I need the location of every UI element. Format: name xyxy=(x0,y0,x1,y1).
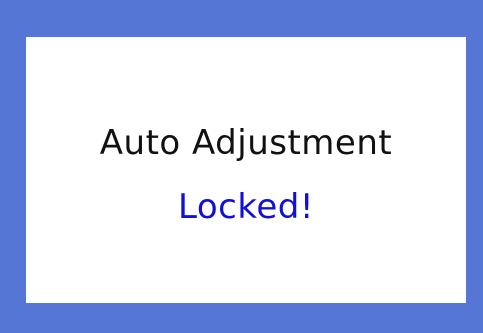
osd-status: Locked! xyxy=(178,187,314,227)
osd-message-panel: Auto Adjustment Locked! xyxy=(26,37,466,303)
osd-title: Auto Adjustment xyxy=(99,123,393,163)
osd-frame: Auto Adjustment Locked! xyxy=(0,0,483,333)
